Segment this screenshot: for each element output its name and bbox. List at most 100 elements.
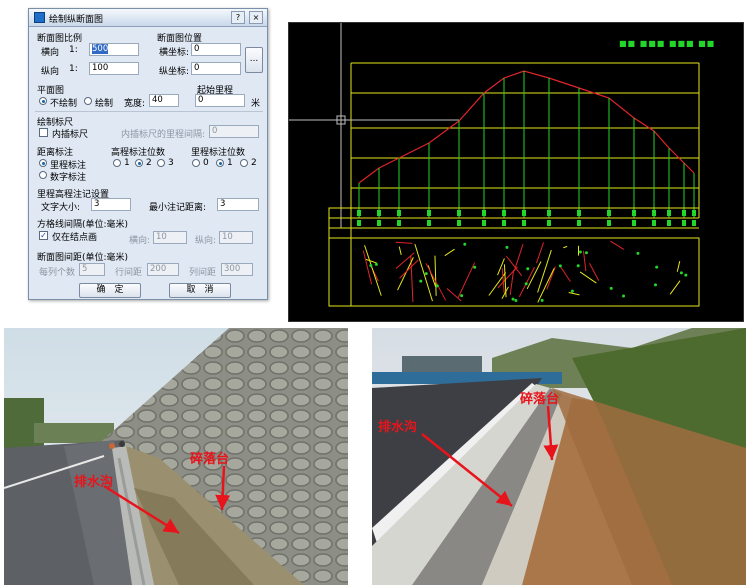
position-y-label: 纵坐标: [159, 67, 190, 77]
dialog-title: 绘制纵断面图 [49, 15, 104, 25]
plan-draw-radio[interactable] [84, 97, 92, 105]
plan-no-draw-radio[interactable] [39, 97, 47, 105]
inner-interval-input[interactable]: 0 [209, 125, 259, 138]
plan-heading: 平面图 [37, 86, 65, 96]
station-label [652, 220, 656, 226]
plan-draw-label: 绘制 [95, 99, 114, 109]
station-label [547, 210, 551, 216]
geology-line [398, 246, 402, 255]
left-drain-arrow [103, 484, 180, 535]
distance-mileage-radio[interactable] [39, 159, 47, 167]
elevation-digits-3-radio[interactable] [157, 159, 165, 167]
station-label [692, 220, 696, 226]
station-label [357, 210, 361, 216]
geology-line [546, 266, 556, 290]
grid-heading: 方格线间隔(单位:毫米) [37, 220, 129, 230]
station-label [607, 210, 611, 216]
mileage-digits-1-radio[interactable] [216, 159, 224, 167]
min-distance-input[interactable]: 3 [217, 198, 259, 211]
elevation-digits-heading: 高程标注位数 [111, 148, 166, 158]
inner-ruler-checkbox[interactable] [39, 128, 48, 137]
geology-point [369, 264, 373, 268]
position-x-label: 横坐标: [159, 48, 190, 58]
geology-point [636, 251, 640, 255]
geology-point [424, 272, 428, 276]
geology-line [676, 261, 681, 272]
only-nodes-checkbox[interactable]: ✓ [39, 231, 48, 240]
left-arrows [103, 465, 231, 535]
plan-width-input[interactable]: 40 [149, 94, 179, 107]
row-spacing-input[interactable]: 200 [147, 263, 179, 276]
station-label [522, 220, 526, 226]
geology-line [559, 265, 571, 282]
inner-interval-label: 内插标尺的里程间隔: [121, 130, 206, 140]
table-header-cell [328, 207, 352, 239]
help-button[interactable]: ? [231, 11, 245, 24]
station-label [607, 220, 611, 226]
inner-ruler-label: 内插标尺 [52, 130, 89, 140]
cad-legend: ■■ ■■■ ■■■ ■■ [619, 39, 716, 48]
separator [35, 111, 263, 112]
scale-horizontal-label: 横向 [41, 48, 60, 58]
draw-profile-dialog: 绘制纵断面图 ? × 断面图比例 横向 1: 500 纵向 1: 100 断面图… [28, 8, 268, 300]
geology-point [684, 273, 688, 277]
app-icon [34, 12, 45, 23]
distance-number-radio[interactable] [39, 171, 47, 179]
station-label [377, 210, 381, 216]
geology-point [435, 284, 439, 288]
station-label [377, 220, 381, 226]
station-label [457, 220, 461, 226]
elevation-digits-2-label: 2 [146, 158, 152, 168]
station-label [667, 220, 671, 226]
position-x-input[interactable]: 0 [191, 43, 241, 56]
geology-point [419, 279, 423, 283]
close-button[interactable]: × [249, 11, 263, 24]
plan-no-draw-label: 不绘制 [50, 99, 78, 109]
grid-horizontal-input[interactable]: 10 [153, 231, 187, 244]
cancel-button[interactable]: 取 消 [169, 283, 231, 298]
per-column-input[interactable]: 5 [79, 263, 105, 276]
font-size-input[interactable]: 3 [91, 198, 131, 211]
mileage-digits-0-radio[interactable] [192, 159, 200, 167]
geology-line [497, 266, 518, 289]
geology-point [558, 264, 562, 268]
right-arrows [421, 405, 559, 507]
mileage-digits-2-radio[interactable] [240, 159, 248, 167]
geology-point [540, 298, 544, 302]
start-mileage-input[interactable]: 0 [195, 94, 245, 107]
geology-point [463, 242, 467, 246]
geology-line [537, 249, 552, 293]
station-label [667, 210, 671, 216]
geology-line [579, 271, 597, 284]
ok-button[interactable]: 确 定 [79, 283, 141, 298]
geology-point [570, 289, 574, 293]
geology-line [364, 245, 382, 296]
scale-vertical-input[interactable]: 100 [89, 62, 139, 75]
geology-point [578, 250, 582, 254]
geology-line [610, 240, 625, 250]
geology-point [609, 286, 613, 290]
geology-point [526, 267, 530, 271]
geology-point [576, 264, 580, 268]
geology-point [460, 294, 464, 298]
photo-right: 排水沟 碎落台 [372, 328, 746, 585]
pick-position-button[interactable]: ... [245, 47, 263, 73]
station-label [397, 210, 401, 216]
elevation-digits-2-radio[interactable] [135, 159, 143, 167]
geology-line [563, 245, 568, 249]
geology-line [518, 266, 536, 297]
col-spacing-input[interactable]: 300 [221, 263, 253, 276]
mileage-digits-2-label: 2 [251, 158, 257, 168]
dialog-titlebar[interactable]: 绘制纵断面图 ? × [29, 9, 267, 27]
cad-profile-view[interactable]: ■■ ■■■ ■■■ ■■ [288, 22, 744, 322]
left-platform-arrow [215, 465, 231, 511]
grid-vertical-input[interactable]: 10 [219, 231, 253, 244]
profile-line [358, 70, 695, 184]
scale-horizontal-input[interactable]: 500 [89, 43, 139, 56]
distance-label-heading: 距离标注 [37, 148, 74, 158]
geology-line [457, 262, 476, 299]
grid-vertical-label: 纵向: [195, 236, 217, 246]
position-y-input[interactable]: 0 [191, 62, 241, 75]
geology-line [497, 258, 505, 276]
elevation-digits-1-radio[interactable] [113, 159, 121, 167]
